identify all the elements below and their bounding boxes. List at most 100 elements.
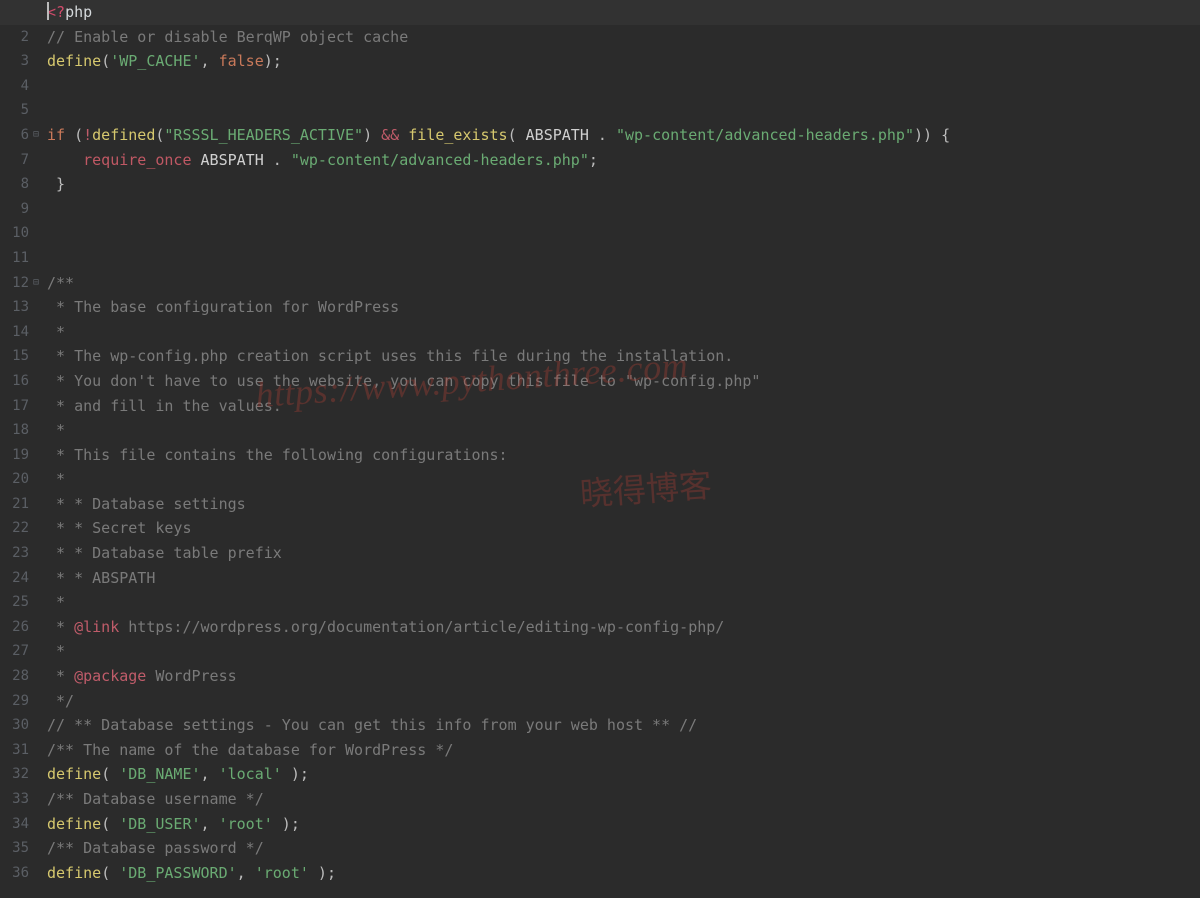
code-line[interactable]	[47, 221, 1200, 246]
line-number[interactable]: 30	[0, 713, 35, 738]
code-area[interactable]: <?php // Enable or disable BerqWP object …	[47, 0, 1200, 898]
line-number[interactable]: 28	[0, 664, 35, 689]
code-token: .	[264, 151, 291, 169]
code-token	[47, 151, 83, 169]
code-line[interactable]: *	[47, 639, 1200, 664]
line-number[interactable]: 24	[0, 566, 35, 591]
code-line[interactable]: *	[47, 418, 1200, 443]
code-line[interactable]: * @package WordPress	[47, 664, 1200, 689]
code-token: ,	[201, 52, 219, 70]
code-token: )	[363, 126, 381, 144]
line-number[interactable]: 20	[0, 467, 35, 492]
code-line[interactable]: define( 'DB_USER', 'root' );	[47, 812, 1200, 837]
line-number[interactable]: 3	[0, 49, 35, 74]
line-number[interactable]: 15	[0, 344, 35, 369]
code-line[interactable]: * The wp-config.php creation script uses…	[47, 344, 1200, 369]
line-number[interactable]: 13	[0, 295, 35, 320]
line-number[interactable]: 31	[0, 738, 35, 763]
code-line[interactable]: * * Database settings	[47, 492, 1200, 517]
code-token: */	[47, 692, 74, 710]
code-line[interactable]: /**	[47, 271, 1200, 296]
code-line[interactable]: <?php	[47, 0, 1200, 25]
line-number[interactable]: 9	[0, 197, 35, 222]
code-token: if	[47, 126, 74, 144]
code-line[interactable]: * This file contains the following confi…	[47, 443, 1200, 468]
code-token: define	[47, 815, 101, 833]
line-number[interactable]: 4	[0, 74, 35, 99]
line-number[interactable]: 14	[0, 320, 35, 345]
code-line[interactable]: define( 'DB_PASSWORD', 'root' );	[47, 861, 1200, 886]
line-number[interactable]: 23	[0, 541, 35, 566]
code-editor[interactable]: 1234567891011121314151617181920212223242…	[0, 0, 1200, 898]
line-number-gutter[interactable]: 1234567891011121314151617181920212223242…	[0, 0, 37, 898]
code-line[interactable]: * The base configuration for WordPress	[47, 295, 1200, 320]
line-number[interactable]: 34	[0, 812, 35, 837]
line-number[interactable]: 7	[0, 148, 35, 173]
code-line[interactable]: * * Secret keys	[47, 516, 1200, 541]
code-line[interactable]: *	[47, 320, 1200, 345]
code-line[interactable]: // ** Database settings - You can get th…	[47, 713, 1200, 738]
line-number[interactable]: 18	[0, 418, 35, 443]
fold-column[interactable]: ⊟⊟	[37, 0, 47, 898]
code-token: );	[264, 52, 282, 70]
line-number[interactable]: 29	[0, 689, 35, 714]
code-line[interactable]: * You don't have to use the website, you…	[47, 369, 1200, 394]
code-token: (	[508, 126, 526, 144]
fold-toggle-icon[interactable]: ⊟	[33, 271, 39, 296]
code-token: * The base configuration for WordPress	[47, 298, 399, 316]
code-line[interactable]: *	[47, 467, 1200, 492]
code-token: require_once	[83, 151, 191, 169]
code-line[interactable]: */	[47, 689, 1200, 714]
line-number[interactable]: 25	[0, 590, 35, 615]
line-number[interactable]: 35	[0, 836, 35, 861]
line-number[interactable]: 27	[0, 639, 35, 664]
code-token: )) {	[914, 126, 950, 144]
line-number[interactable]: 17	[0, 394, 35, 419]
code-line[interactable]: *	[47, 590, 1200, 615]
code-line[interactable]	[47, 197, 1200, 222]
code-line[interactable]: * and fill in the values.	[47, 394, 1200, 419]
code-token: * This file contains the following confi…	[47, 446, 508, 464]
code-token: // Enable or disable BerqWP object cache	[47, 28, 408, 46]
line-number[interactable]: 2	[0, 25, 35, 50]
code-line[interactable]: /** Database password */	[47, 836, 1200, 861]
code-line[interactable]	[47, 74, 1200, 99]
line-number[interactable]: 6	[0, 123, 35, 148]
code-token: // ** Database settings - You can get th…	[47, 716, 697, 734]
code-token: 'root'	[255, 864, 309, 882]
code-line[interactable]: define( 'DB_NAME', 'local' );	[47, 762, 1200, 787]
line-number[interactable]: 19	[0, 443, 35, 468]
code-line[interactable]: }	[47, 172, 1200, 197]
line-number[interactable]: 33	[0, 787, 35, 812]
code-token: define	[47, 765, 101, 783]
code-token: ,	[201, 815, 219, 833]
code-token: );	[309, 864, 336, 882]
code-line[interactable]: * * Database table prefix	[47, 541, 1200, 566]
code-line[interactable]: /** The name of the database for WordPre…	[47, 738, 1200, 763]
line-number[interactable]: 10	[0, 221, 35, 246]
code-line[interactable]: if (!defined("RSSSL_HEADERS_ACTIVE") && …	[47, 123, 1200, 148]
code-line[interactable]: * * ABSPATH	[47, 566, 1200, 591]
code-token: *	[47, 323, 65, 341]
line-number[interactable]: 5	[0, 98, 35, 123]
code-token: <?	[47, 3, 65, 21]
code-token	[399, 126, 408, 144]
code-line[interactable]: require_once ABSPATH . "wp-content/advan…	[47, 148, 1200, 173]
line-number[interactable]: 11	[0, 246, 35, 271]
line-number[interactable]: 21	[0, 492, 35, 517]
code-line[interactable]: define('WP_CACHE', false);	[47, 49, 1200, 74]
code-token: * and fill in the values.	[47, 397, 282, 415]
line-number[interactable]: 32	[0, 762, 35, 787]
code-line[interactable]	[47, 98, 1200, 123]
code-line[interactable]: // Enable or disable BerqWP object cache	[47, 25, 1200, 50]
line-number[interactable]: 22	[0, 516, 35, 541]
line-number[interactable]: 16	[0, 369, 35, 394]
code-line[interactable]	[47, 246, 1200, 271]
line-number[interactable]: 12	[0, 271, 35, 296]
line-number[interactable]: 36	[0, 861, 35, 886]
fold-toggle-icon[interactable]: ⊟	[33, 123, 39, 148]
line-number[interactable]: 8	[0, 172, 35, 197]
line-number[interactable]: 26	[0, 615, 35, 640]
code-line[interactable]: /** Database username */	[47, 787, 1200, 812]
code-line[interactable]: * @link https://wordpress.org/documentat…	[47, 615, 1200, 640]
